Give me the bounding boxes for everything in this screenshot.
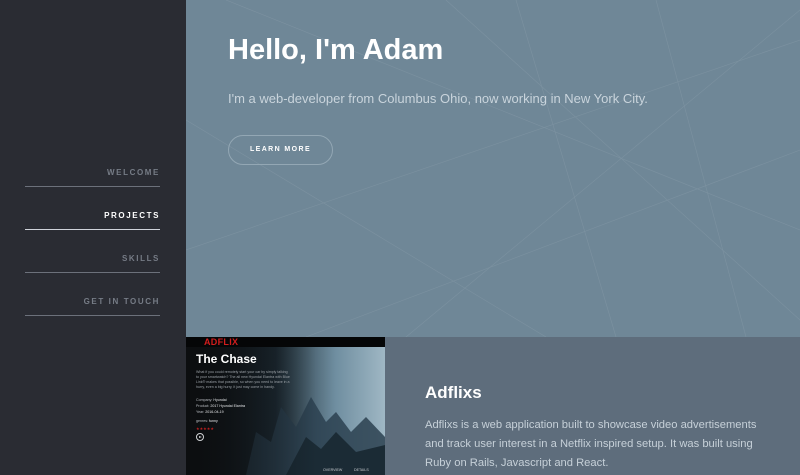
nav-item-label: PROJECTS xyxy=(104,211,160,220)
nav-item-skills[interactable]: SKILLS xyxy=(25,230,160,273)
thumbnail-company-value: Hyundai xyxy=(213,398,227,402)
nav-item-label: SKILLS xyxy=(121,254,160,263)
thumbnail-description: What if you could remotely start your ca… xyxy=(196,370,290,389)
hero-subtitle: I'm a web-developer from Columbus Ohio, … xyxy=(228,91,648,106)
project-thumbnail[interactable]: ADFLIX The Chase What if you could remot… xyxy=(186,337,385,475)
thumbnail-genres: genres: funny xyxy=(196,419,218,423)
nav-item-projects[interactable]: PROJECTS xyxy=(25,187,160,230)
hero-section: Hello, I'm Adam I'm a web-developer from… xyxy=(186,0,800,337)
learn-more-button[interactable]: LEARN MORE xyxy=(228,135,333,165)
thumbnail-brand-logo: ADFLIX xyxy=(204,337,239,347)
thumbnail-product-label: Product: xyxy=(196,404,210,408)
thumbnail-year: Year: 2016-04-19 xyxy=(196,410,224,414)
thumbnail-company-label: Company: xyxy=(196,398,213,402)
nav-item-label: GET IN TOUCH xyxy=(83,297,160,306)
nav-item-get-in-touch[interactable]: GET IN TOUCH xyxy=(25,273,160,316)
thumbnail-title: The Chase xyxy=(196,352,257,366)
thumbnail-genres-value: funny xyxy=(209,419,218,423)
thumbnail-product-value: 2017 Hyundai Elantra xyxy=(210,404,245,408)
nav-item-label: WELCOME xyxy=(107,168,160,177)
thumbnail-company: Company: Hyundai xyxy=(196,398,227,402)
project-card: ADFLIX The Chase What if you could remot… xyxy=(186,337,800,475)
project-title: Adflixs xyxy=(425,383,482,402)
thumbnail-year-value: 2016-04-19 xyxy=(205,410,224,414)
sidebar-nav: WELCOME PROJECTS SKILLS GET IN TOUCH xyxy=(0,0,186,475)
thumbnail-overview-tab[interactable]: OVERVIEW xyxy=(323,468,342,472)
thumbnail-details-tab[interactable]: DETAILS xyxy=(354,468,369,472)
thumbnail-rating-stars: ★★★★★ xyxy=(196,426,214,431)
play-icon[interactable] xyxy=(196,433,204,441)
nav-item-welcome[interactable]: WELCOME xyxy=(25,144,160,187)
thumbnail-genres-label: genres: xyxy=(196,419,208,423)
thumbnail-product: Product: 2017 Hyundai Elantra xyxy=(196,404,245,408)
hero-title: Hello, I'm Adam xyxy=(228,34,444,66)
thumbnail-year-label: Year: xyxy=(196,410,205,414)
project-description: Adflixs is a web application built to sh… xyxy=(425,419,757,469)
